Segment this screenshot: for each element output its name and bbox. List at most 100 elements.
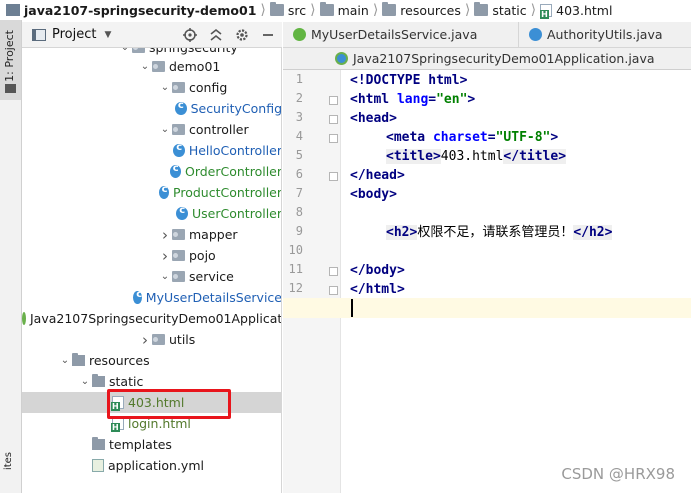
fold-marker-icon[interactable] [329,286,338,295]
folder-icon [474,2,489,16]
editor-gutter: 12345678910111213 [283,70,341,493]
breadcrumb-label: 403.html [556,2,613,18]
project-view-icon [32,28,46,41]
tree-node-label: config [189,80,228,95]
code-line: <h2>权限不足，请联系管理员！</h2> [386,225,613,240]
class-icon [176,205,189,220]
breadcrumb-item[interactable]: java2107-springsecurity-demo01 [6,3,256,18]
tree-node-label: service [189,269,234,284]
line-number: 8 [295,205,303,219]
expanded-arrow-icon[interactable]: ⌄ [158,124,172,135]
tree-node[interactable]: UserController [22,203,282,224]
tree-node-label: UserController [192,206,282,221]
package-icon [172,250,185,261]
tree-node-label: application.yml [108,458,204,473]
tab-application[interactable]: Java2107SpringsecurityDemo01Application.… [325,48,655,69]
breadcrumb-separator-icon: ⟩ [464,2,471,18]
class-icon [173,142,185,157]
tree-node-label: HelloController [188,143,282,158]
line-number: 1 [295,72,303,86]
tree-node[interactable]: ⌄ demo01 [22,56,281,77]
fold-marker-icon[interactable] [329,267,338,276]
tree-node[interactable]: ProductController [22,182,282,203]
expanded-arrow-icon[interactable]: ⌄ [118,48,132,53]
tree-node[interactable]: templates [22,434,281,455]
tree-node[interactable]: › mapper [22,224,281,245]
tree-node[interactable]: ⌄ controller [22,119,281,140]
tree-node[interactable]: HelloController [22,140,282,161]
tree-node-label: MyUserDetailsService [145,290,282,305]
code-editor[interactable]: <!DOCTYPE html> <html lang="en"> <head> <me… [342,70,691,493]
settings-icon[interactable] [234,27,250,43]
locate-icon[interactable] [182,27,198,43]
tree-node[interactable]: Java2107SpringsecurityDemo01Application [22,308,281,329]
tree-node[interactable]: SecurityConfig [22,98,281,119]
tree-node[interactable]: › utils [22,329,281,350]
structure-tool-window-label[interactable]: ites [3,452,14,470]
tree-node-label: mapper [189,227,238,242]
code-line: <!DOCTYPE html> [350,73,468,88]
collapsed-arrow-icon[interactable]: › [158,226,172,244]
tree-node[interactable]: ⌄ resources [22,350,281,371]
line-number: 5 [295,148,303,162]
project-view-selector[interactable]: Project [52,27,96,42]
class-icon [169,163,181,178]
breadcrumb-item[interactable]: static [474,2,527,18]
collapse-all-icon[interactable] [208,27,224,43]
breadcrumb-item[interactable]: 403.html [540,2,613,19]
code-line: <meta charset="UTF-8"> [386,130,559,145]
chevron-down-icon[interactable]: ▼ [104,30,111,40]
expanded-arrow-icon[interactable]: ⌄ [158,271,172,282]
expanded-arrow-icon[interactable]: ⌄ [58,355,72,366]
breadcrumb-item[interactable]: src [269,2,307,18]
tree-node[interactable]: › pojo [22,245,281,266]
red-highlight-annotation [107,389,231,419]
folder-icon [5,84,16,93]
tree-node[interactable]: MyUserDetailsService [22,287,282,308]
code-line: </head> [350,168,405,183]
tree-node-label: utils [169,332,196,347]
line-number: 2 [295,91,303,105]
fold-marker-icon[interactable] [329,134,338,143]
tree-node[interactable]: ⌄ service [22,266,281,287]
expanded-arrow-icon[interactable]: ⌄ [78,376,92,387]
fold-marker-icon[interactable] [329,96,338,105]
package-icon [172,229,185,240]
tab-label: MyUserDetailsService.java [311,27,478,42]
expanded-arrow-icon[interactable]: ⌄ [138,61,152,72]
project-icon [6,4,20,16]
fold-marker-icon[interactable] [329,172,338,181]
tree-node[interactable]: application.yml [22,455,281,476]
package-icon [172,271,185,282]
expanded-arrow-icon[interactable]: ⌄ [158,82,172,93]
project-tree: ⌄ springsecurity ⌄ demo01 ⌄ config SecurityCon… [22,48,282,493]
spring-boot-class-icon [22,312,26,325]
yaml-file-icon [92,459,104,472]
class-icon [529,28,542,41]
hide-icon[interactable] [260,27,276,43]
tree-node-label: demo01 [169,59,221,74]
breadcrumb-item[interactable]: resources [382,2,461,18]
line-number: 3 [295,110,303,124]
tree-node[interactable]: ⌄ config [22,77,281,98]
tree-node[interactable]: OrderController [22,161,281,182]
package-icon [152,334,165,345]
breadcrumb-item[interactable]: main [319,2,369,18]
collapsed-arrow-icon[interactable]: › [158,247,172,265]
tree-node-label: pojo [189,248,216,263]
project-tool-window-label[interactable]: 1: Project [3,30,16,82]
fold-marker-icon[interactable] [329,115,338,124]
tree-node-label: resources [89,353,150,368]
package-icon [172,82,185,93]
tab-label: AuthorityUtils.java [547,27,663,42]
breadcrumb-separator-icon: ⟩ [260,2,266,18]
code-line: <title>403.html</title> [386,149,567,164]
tree-node-label: ProductController [173,185,282,200]
collapsed-arrow-icon[interactable]: › [138,331,152,349]
breadcrumb-label: src [287,2,307,18]
line-number: 7 [295,186,303,200]
tab-myuserdetailsservice[interactable]: MyUserDetailsService.java [283,22,519,47]
breadcrumb-separator-icon: ⟩ [372,2,379,18]
line-number: 12 [288,281,303,295]
tab-authorityutils[interactable]: AuthorityUtils.java [519,22,691,47]
